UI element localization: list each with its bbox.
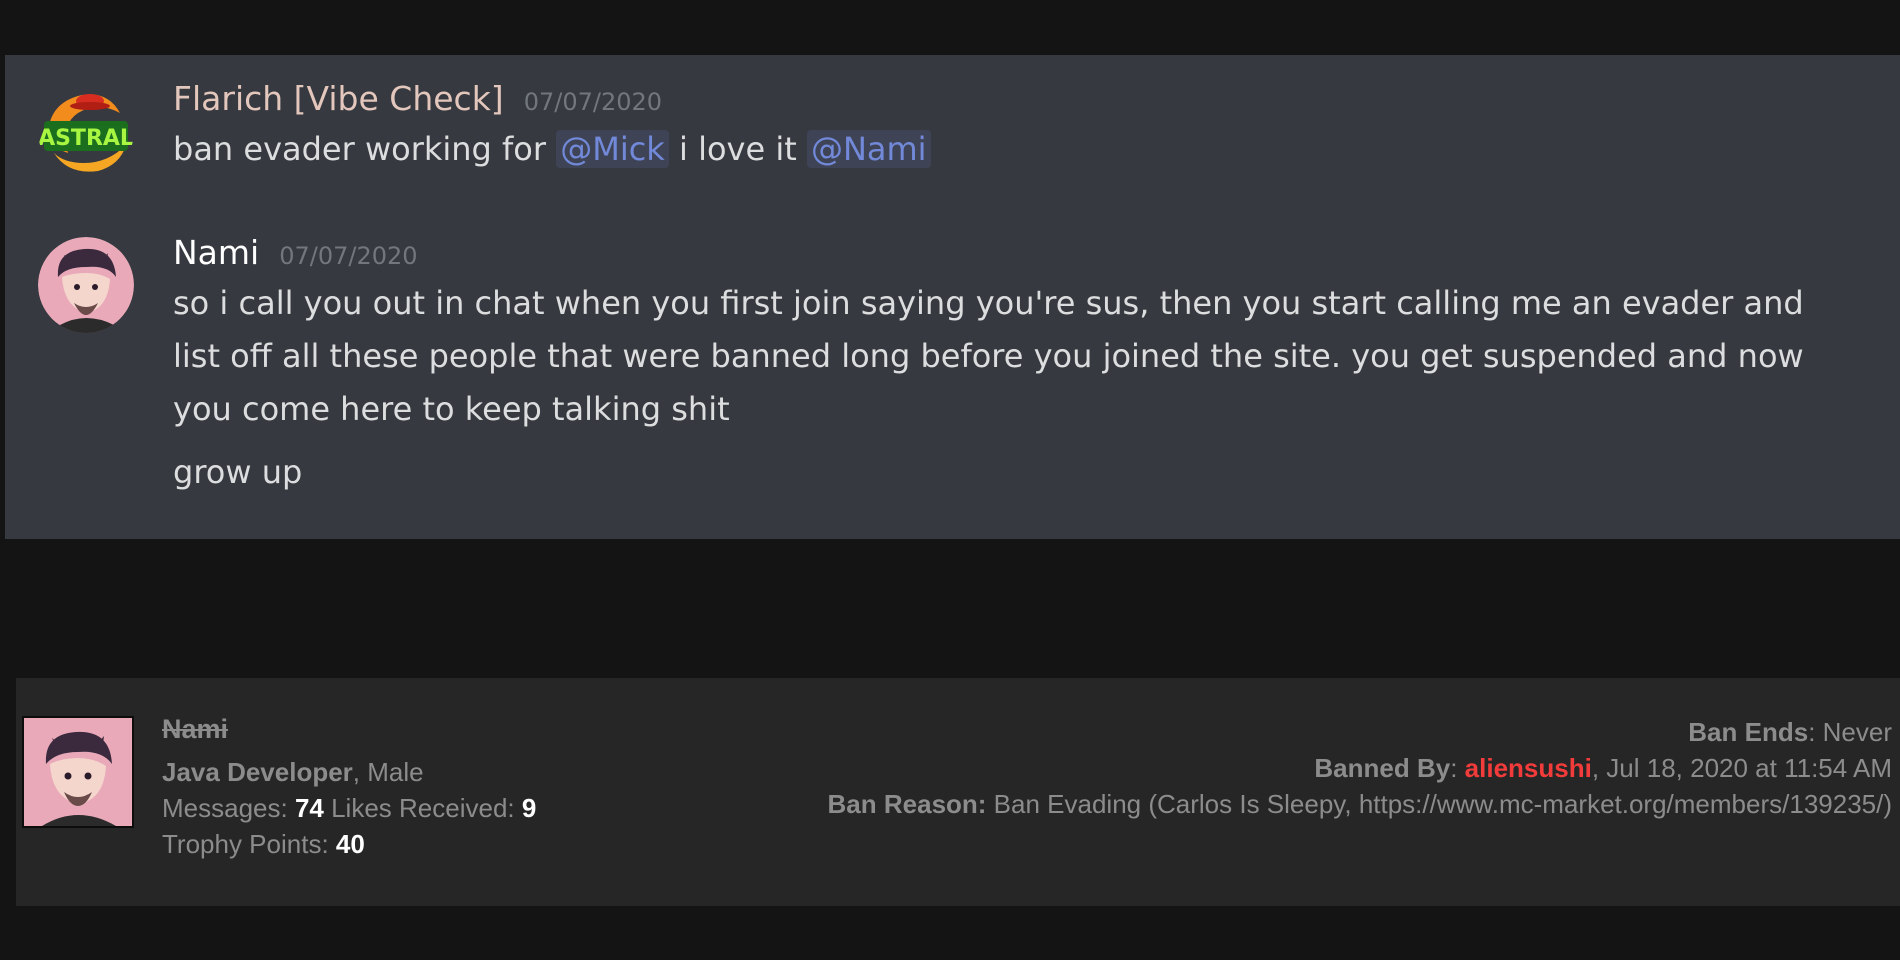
message-text: ban evader working for @Mick i love it @… (173, 123, 1853, 176)
profile-avatar[interactable] (22, 716, 134, 828)
svg-text:ASTRAL: ASTRAL (38, 126, 134, 151)
screenshot-root: ASTRAL Flarich [Vibe Check] 07/07/2020 b… (0, 0, 1900, 960)
profile-panel: Nami Java Developer, Male Messages: 74 L… (16, 678, 1900, 906)
message-text-part: i love it (668, 130, 807, 168)
banned-at: , Jul 18, 2020 at 11:54 AM (1591, 753, 1892, 783)
ban-ends-value: : Never (1808, 717, 1892, 747)
username[interactable]: Nami (173, 233, 259, 272)
ban-reason-line: Ban Reason: Ban Evading (Carlos Is Sleep… (828, 786, 1892, 822)
message-header: Flarich [Vibe Check] 07/07/2020 (173, 79, 1853, 123)
banned-by-user-link[interactable]: aliensushi (1465, 753, 1592, 783)
messages-count: 74 (294, 793, 324, 823)
profile-stats-line: Messages: 74 Likes Received: 9 (162, 790, 536, 826)
mention-nami[interactable]: @Nami (806, 130, 931, 168)
messages-label: Messages: (162, 793, 295, 823)
mention-mick[interactable]: @Mick (556, 130, 669, 168)
ban-reason-value: Ban Evading (Carlos Is Sleepy, https://w… (986, 789, 1892, 819)
ban-info: Ban Ends: Never Banned By: aliensushi, J… (828, 714, 1892, 822)
message-header: Nami 07/07/2020 (173, 233, 1853, 277)
profile-info: Nami Java Developer, Male Messages: 74 L… (162, 714, 536, 862)
banned-by-label: Banned By (1314, 753, 1451, 783)
message-text-line: so i call you out in chat when you first… (173, 284, 1804, 322)
message-text-part: ban evader working for (173, 130, 557, 168)
message-body: Flarich [Vibe Check] 07/07/2020 ban evad… (173, 79, 1853, 176)
timestamp: 07/07/2020 (279, 242, 418, 270)
trophy-label: Trophy Points: (162, 829, 336, 859)
ban-ends-label: Ban Ends (1688, 717, 1809, 747)
likes-count: 9 (521, 793, 537, 823)
profile-trophy-line: Trophy Points: 40 (162, 826, 536, 862)
username[interactable]: Flarich [Vibe Check] (173, 79, 504, 118)
user-title: Java Developer (162, 757, 353, 787)
user-gender: , Male (352, 757, 424, 787)
message-body: Nami 07/07/2020 so i call you out in cha… (173, 233, 1853, 499)
astral-logo-avatar[interactable]: ASTRAL (38, 83, 134, 179)
message-text-line: you come here to keep talking shit (173, 390, 730, 428)
profile-title-line: Java Developer, Male (162, 754, 536, 790)
banned-by-line: Banned By: aliensushi, Jul 18, 2020 at 1… (828, 750, 1892, 786)
anime-boy-avatar[interactable] (38, 237, 134, 333)
profile-username[interactable]: Nami (162, 714, 536, 754)
chat-panel: ASTRAL Flarich [Vibe Check] 07/07/2020 b… (5, 55, 1900, 539)
timestamp: 07/07/2020 (523, 88, 663, 116)
message-follow-up: grow up (173, 453, 303, 491)
message-text-line: list off all these people that were bann… (173, 337, 1804, 375)
trophy-count: 40 (335, 829, 365, 859)
banned-by-colon: : (1450, 753, 1465, 783)
ban-ends-line: Ban Ends: Never (828, 714, 1892, 750)
likes-label: Likes Received: (323, 793, 522, 823)
ban-reason-label: Ban Reason: (827, 789, 987, 819)
